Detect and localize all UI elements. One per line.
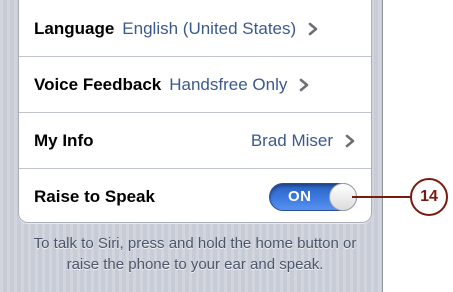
voice-feedback-row[interactable]: Voice Feedback Handsfree Only	[19, 58, 371, 113]
chevron-right-icon	[300, 78, 309, 92]
language-label: Language	[34, 18, 115, 38]
language-row[interactable]: Language English (United States)	[19, 1, 371, 57]
raise-to-speak-row: Raise to Speak ON	[19, 170, 371, 223]
voice-feedback-label: Voice Feedback	[34, 75, 162, 94]
siri-footer-text: To talk to Siri, press and hold the home…	[33, 235, 357, 273]
language-value: English (United States)	[122, 18, 297, 38]
raise-to-speak-toggle[interactable]: ON	[269, 182, 357, 211]
callout-badge: 14	[410, 178, 448, 216]
chevron-right-icon	[345, 134, 355, 148]
callout-line	[352, 196, 412, 198]
my-info-value: Brad Miser	[250, 131, 333, 150]
toggle-on-label: ON	[288, 187, 312, 205]
voice-feedback-value: Handsfree Only	[169, 75, 288, 94]
siri-settings-screen: Language English (United States) Voice F…	[0, 0, 383, 292]
settings-group: Language English (United States) Voice F…	[18, 0, 372, 223]
chevron-right-icon	[308, 22, 318, 35]
my-info-row[interactable]: My Info Brad Miser	[19, 114, 371, 169]
my-info-label: My Info	[34, 131, 94, 150]
raise-to-speak-label: Raise to Speak	[34, 186, 155, 206]
